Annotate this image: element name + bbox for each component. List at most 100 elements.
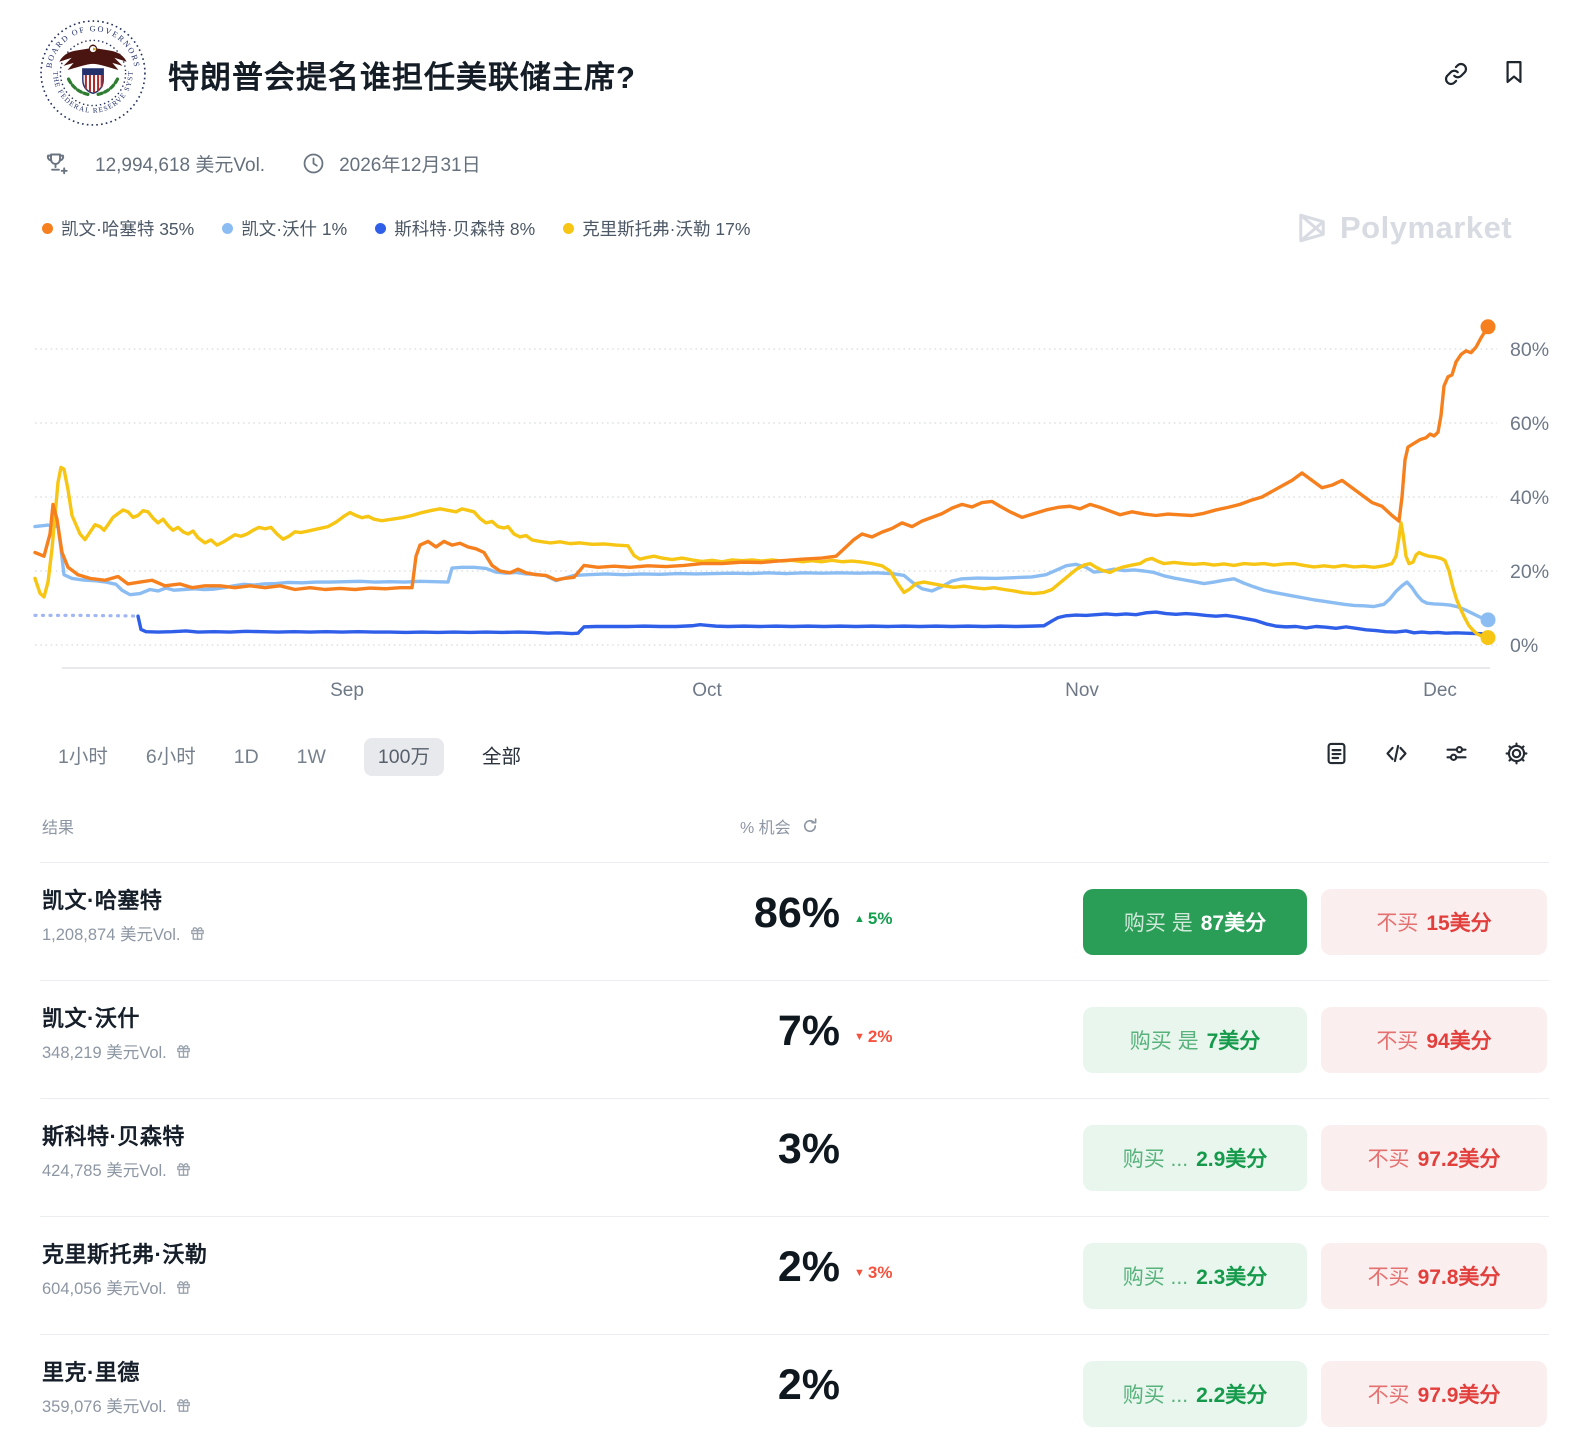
outcome-volume: 424,785 美元Vol.: [42, 1157, 192, 1181]
polymarket-logo-icon: [1294, 210, 1330, 246]
chart-legend: 凯文·哈塞特 35% 凯文·沃什 1% 斯科特·贝森特 8% 克里斯托弗·沃勒 17%: [42, 216, 750, 241]
end-date-text: 2026年12月31日: [339, 150, 481, 177]
legend-label: 斯科特·贝森特 8%: [394, 216, 535, 241]
y-axis-tick-label: 60%: [1510, 413, 1549, 435]
delta-arrow-icon: ▼: [854, 1267, 865, 1279]
delta-arrow-icon: ▼: [854, 1031, 865, 1043]
polymarket-wordmark: Polymarket: [1340, 210, 1512, 246]
outcome-row: 凯文·哈塞特 1,208,874 美元Vol. 86% ▲ 5% 购买 是 87…: [40, 862, 1549, 980]
x-axis-month-label: Dec: [1423, 680, 1457, 701]
polymarket-watermark: Polymarket: [1294, 210, 1512, 246]
x-axis-month-label: Nov: [1065, 680, 1099, 701]
outcome-name: 斯科特·贝森特: [42, 1119, 185, 1151]
gift-icon[interactable]: [175, 1043, 192, 1060]
legend-item: 凯文·哈塞特 35%: [42, 216, 194, 241]
series-line: [35, 525, 1488, 620]
outcome-probability: 2%: [600, 1243, 840, 1292]
legend-label: 凯文·哈塞特 35%: [61, 216, 194, 241]
probability-delta: ▲ 5%: [854, 909, 892, 929]
legend-color-dot: [42, 223, 53, 234]
gift-icon[interactable]: [175, 1161, 192, 1178]
buy-yes-button[interactable]: 购买 ... 2.3美分: [1083, 1243, 1307, 1309]
outcome-row: 克里斯托弗·沃勒 604,056 美元Vol. 2% ▼ 3% 购买 ... 2…: [40, 1216, 1549, 1334]
trophy-icon: [42, 150, 69, 177]
x-axis-month-label: Oct: [692, 680, 722, 701]
buy-no-button[interactable]: 不买 97.9美分: [1321, 1361, 1547, 1427]
bookmark-icon[interactable]: [1500, 58, 1528, 86]
series-line: [35, 327, 1488, 590]
probability-delta: ▼ 3%: [854, 1263, 892, 1283]
buy-no-button[interactable]: 不买 97.8美分: [1321, 1243, 1547, 1309]
order-book-icon[interactable]: [1323, 740, 1350, 767]
y-axis-tick-label: 80%: [1510, 339, 1549, 361]
outcome-name: 里克·里德: [42, 1355, 140, 1387]
refresh-icon[interactable]: [801, 817, 819, 835]
gift-icon[interactable]: [189, 925, 206, 942]
federal-reserve-seal-logo: BOARD OF GOVERNORS OF THE FEDERAL RESERV…: [38, 18, 148, 128]
y-axis-tick-label: 20%: [1510, 561, 1549, 583]
legend-item: 斯科特·贝森特 8%: [375, 216, 535, 241]
legend-color-dot: [222, 223, 233, 234]
gift-icon[interactable]: [175, 1397, 192, 1414]
buy-yes-button[interactable]: 购买 ... 2.2美分: [1083, 1361, 1307, 1427]
x-axis-month-label: Sep: [330, 680, 364, 701]
chance-column-header: % 机会: [740, 814, 819, 838]
time-range-tabs: 1小时 6小时 1D 1W 100万全部: [58, 738, 521, 776]
time-range-tab[interactable]: 1D: [234, 738, 259, 776]
outcome-row: 斯科特·贝森特 424,785 美元Vol. 3% 购买 ... 2.9美分 不…: [40, 1098, 1549, 1216]
embed-code-icon[interactable]: [1383, 740, 1410, 767]
probability-delta: ▼ 2%: [854, 1027, 892, 1047]
y-axis-tick-label: 40%: [1510, 487, 1549, 509]
delta-arrow-icon: ▲: [854, 913, 865, 925]
filters-sliders-icon[interactable]: [1443, 740, 1470, 767]
outcome-name: 凯文·沃什: [42, 1001, 140, 1033]
buy-yes-button[interactable]: 购买 是 7美分: [1083, 1007, 1307, 1073]
outcome-row: 凯文·沃什 348,219 美元Vol. 7% ▼ 2% 购买 是 7美分 不买…: [40, 980, 1549, 1098]
legend-color-dot: [375, 223, 386, 234]
outcome-volume: 604,056 美元Vol.: [42, 1275, 192, 1299]
chart-tools: [1323, 740, 1530, 767]
buy-no-button[interactable]: 不买 97.2美分: [1321, 1125, 1547, 1191]
legend-item: 克里斯托弗·沃勒 17%: [563, 216, 750, 241]
outcome-name: 凯文·哈塞特: [42, 883, 162, 915]
series-line: [138, 612, 1488, 634]
legend-color-dot: [563, 223, 574, 234]
y-axis-tick-label: 0%: [1510, 635, 1538, 657]
legend-label: 凯文·沃什 1%: [241, 216, 347, 241]
time-range-tab[interactable]: 1小时: [58, 738, 108, 776]
time-range-tab[interactable]: 6小时: [146, 738, 196, 776]
settings-gear-icon[interactable]: [1503, 740, 1530, 767]
series-end-dot: [1481, 319, 1496, 334]
share-link-icon[interactable]: [1442, 60, 1470, 88]
volume-text: 12,994,618 美元Vol.: [95, 150, 265, 177]
buy-yes-button[interactable]: 购买 是 87美分: [1083, 889, 1307, 955]
page-title: 特朗普会提名谁担任美联储主席?: [168, 52, 636, 97]
outcomes-table-header: 结果 % 机会: [40, 806, 1549, 846]
time-range-tab[interactable]: 100万: [364, 738, 444, 776]
legend-label: 克里斯托弗·沃勒 17%: [582, 216, 750, 241]
time-range-tab[interactable]: 1W: [297, 738, 326, 776]
gift-icon[interactable]: [175, 1279, 192, 1296]
market-stats: 12,994,618 美元Vol. 2026年12月31日: [42, 150, 481, 177]
outcome-volume: 348,219 美元Vol.: [42, 1039, 192, 1063]
time-range-tab[interactable]: 全部: [482, 738, 521, 776]
clock-icon: [301, 151, 326, 176]
outcome-volume: 1,208,874 美元Vol.: [42, 921, 206, 945]
outcome-row: 里克·里德 359,076 美元Vol. 2% 购买 ... 2.2美分 不买 …: [40, 1334, 1549, 1434]
outcomes-list: 凯文·哈塞特 1,208,874 美元Vol. 86% ▲ 5% 购买 是 87…: [40, 862, 1549, 1434]
price-history-chart[interactable]: 0% 20% 40% 60% 80% Sep Oct Nov Dec: [0, 288, 1589, 718]
series-end-dot: [1481, 612, 1496, 627]
outcome-probability: 3%: [600, 1125, 840, 1174]
outcome-probability: 7%: [600, 1007, 840, 1056]
outcome-volume: 359,076 美元Vol.: [42, 1393, 192, 1417]
results-column-header: 结果: [42, 814, 74, 838]
outcome-probability: 2%: [600, 1361, 840, 1410]
polymarket-market-page: BOARD OF GOVERNORS OF THE FEDERAL RESERV…: [0, 0, 1589, 1434]
legend-item: 凯文·沃什 1%: [222, 216, 347, 241]
series-end-dot: [1481, 630, 1496, 645]
buy-yes-button[interactable]: 购买 ... 2.9美分: [1083, 1125, 1307, 1191]
outcome-name: 克里斯托弗·沃勒: [42, 1237, 207, 1269]
buy-no-button[interactable]: 不买 94美分: [1321, 1007, 1547, 1073]
outcome-probability: 86%: [600, 889, 840, 938]
buy-no-button[interactable]: 不买 15美分: [1321, 889, 1547, 955]
